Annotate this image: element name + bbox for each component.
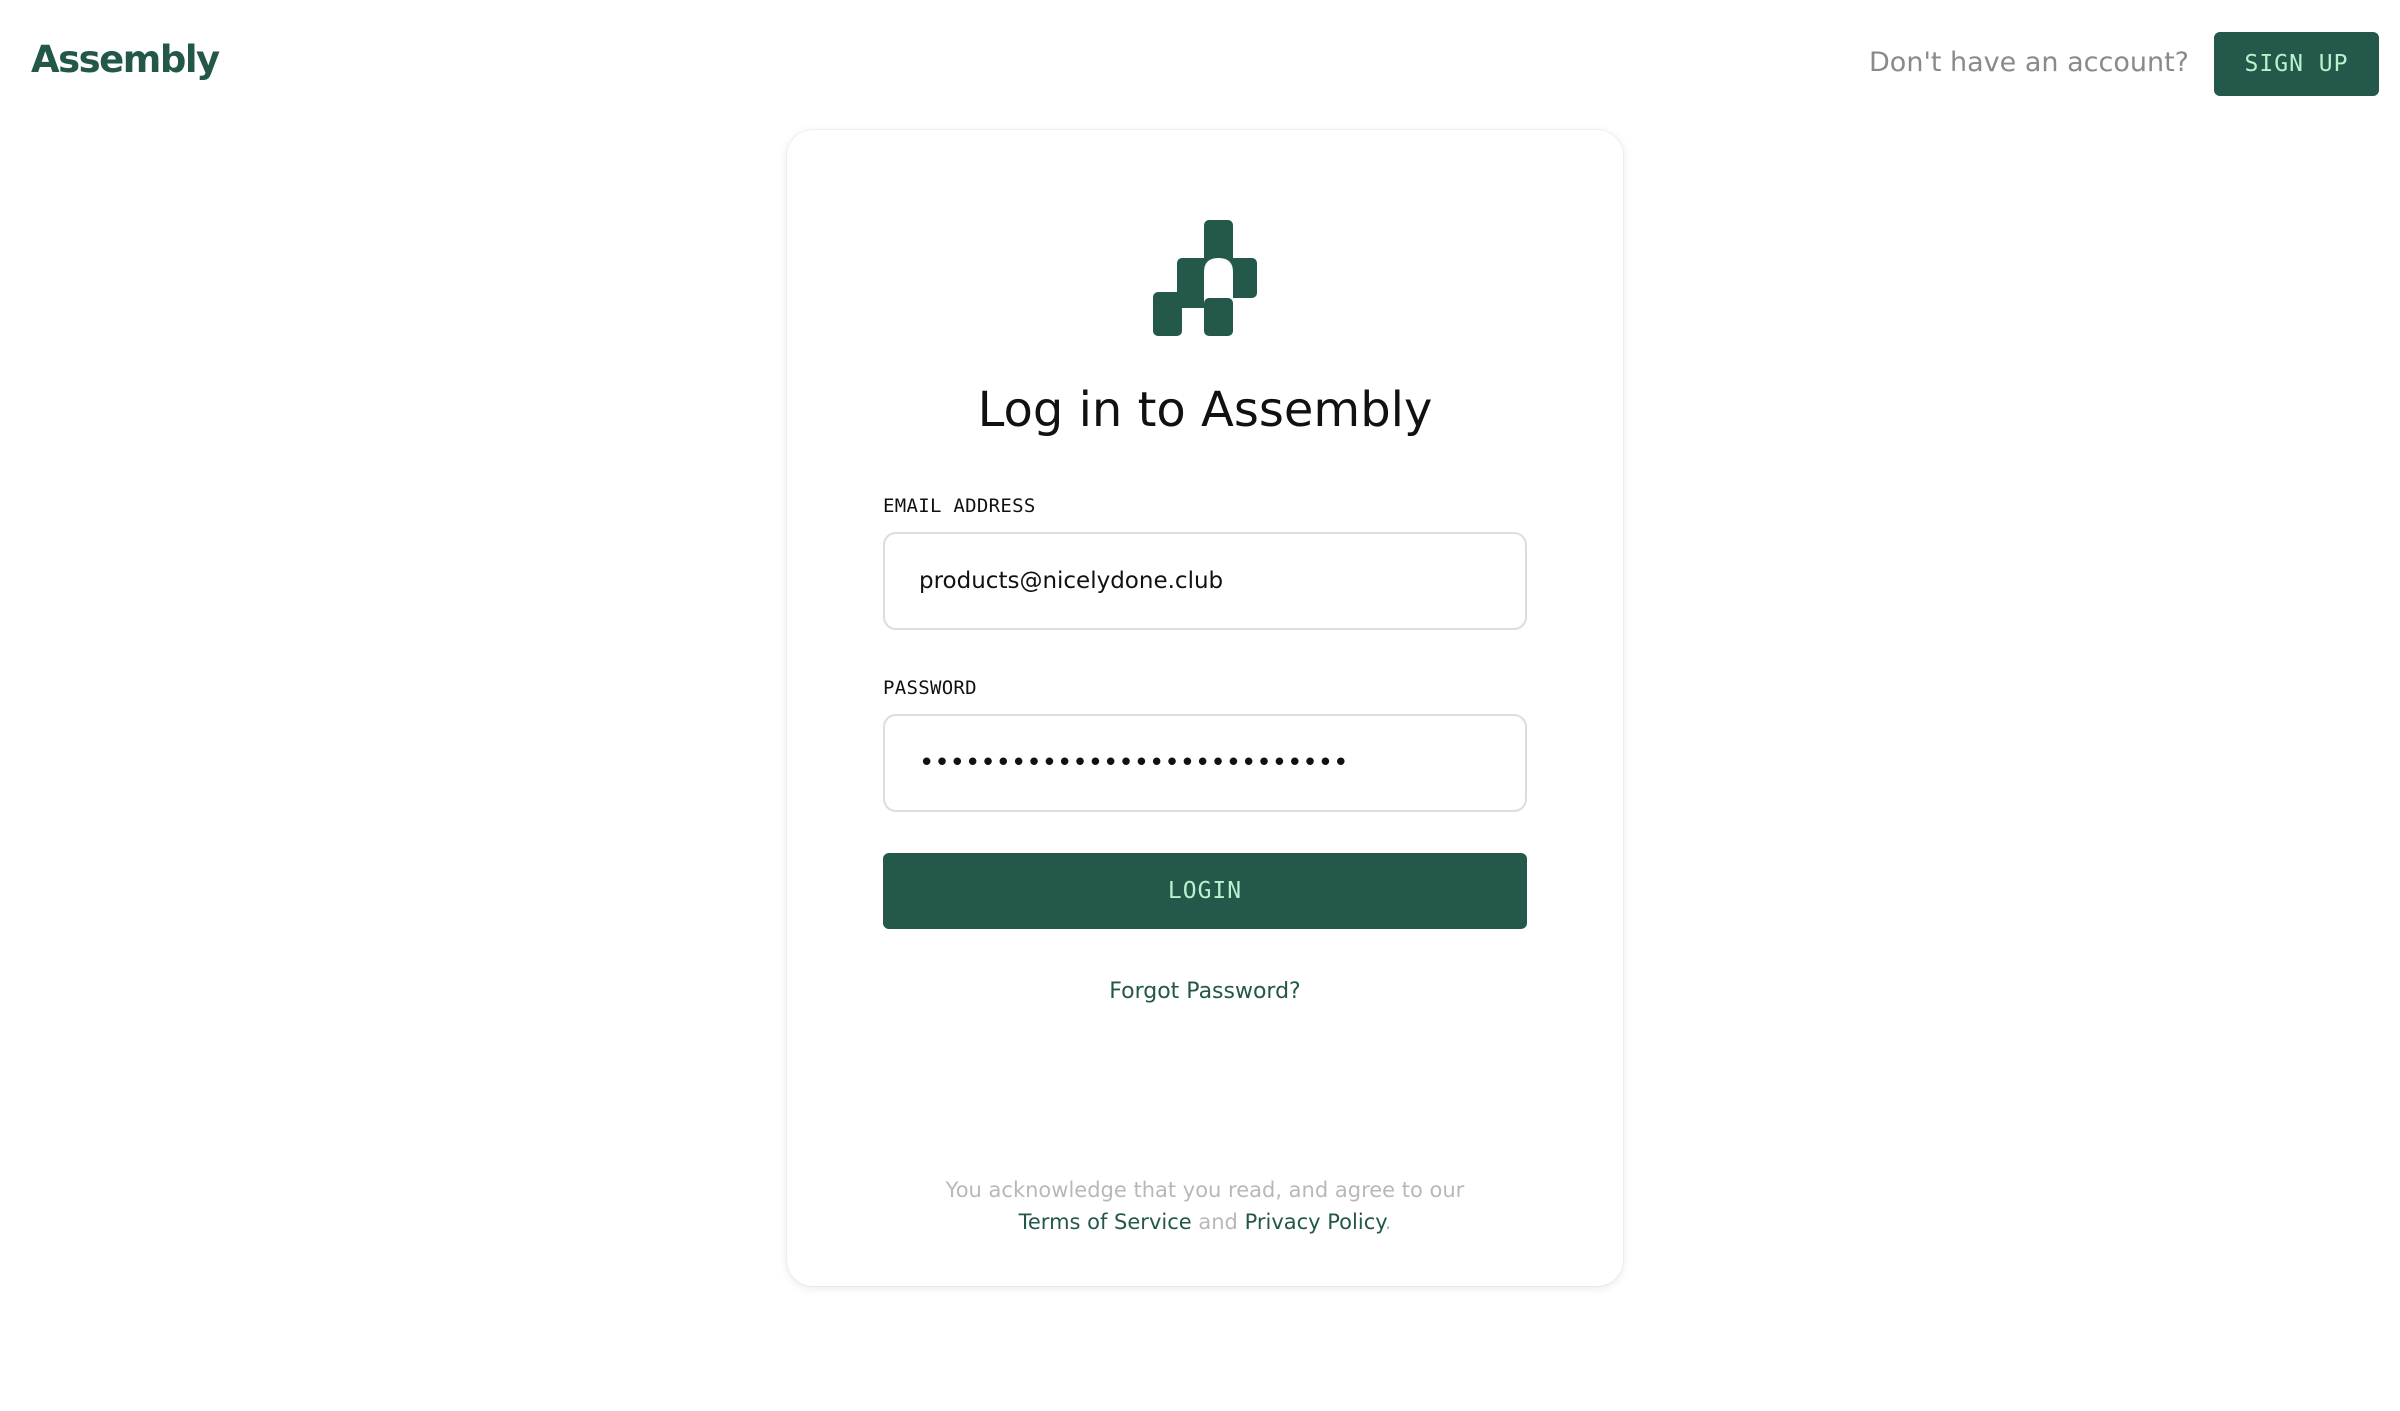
legal-links-line: Terms of Service and Privacy Policy. xyxy=(787,1206,1623,1238)
brand-logo[interactable]: Assembly xyxy=(31,38,220,81)
login-button[interactable]: LOGIN xyxy=(883,853,1527,929)
no-account-text: Don't have an account? xyxy=(1869,47,2189,78)
legal-period: . xyxy=(1384,1210,1392,1234)
login-card: Log in to Assembly EMAIL ADDRESS PASSWOR… xyxy=(787,130,1623,1286)
sign-up-button[interactable]: SIGN UP xyxy=(2214,32,2379,96)
privacy-policy-link[interactable]: Privacy Policy xyxy=(1245,1210,1385,1234)
assembly-logo-icon xyxy=(1153,220,1257,336)
email-label: EMAIL ADDRESS xyxy=(883,495,1036,517)
password-field[interactable] xyxy=(883,714,1527,812)
password-label: PASSWORD xyxy=(883,677,977,699)
top-bar: Assembly Don't have an account? SIGN UP xyxy=(0,0,2400,130)
page-title: Log in to Assembly xyxy=(977,382,1433,438)
legal-notice: You acknowledge that you read, and agree… xyxy=(787,1174,1623,1238)
terms-of-service-link[interactable]: Terms of Service xyxy=(1019,1210,1192,1234)
legal-line: You acknowledge that you read, and agree… xyxy=(945,1178,1465,1202)
forgot-password-link[interactable]: Forgot Password? xyxy=(787,979,1623,1004)
legal-and-text: and xyxy=(1198,1210,1238,1234)
email-field[interactable] xyxy=(883,532,1527,630)
